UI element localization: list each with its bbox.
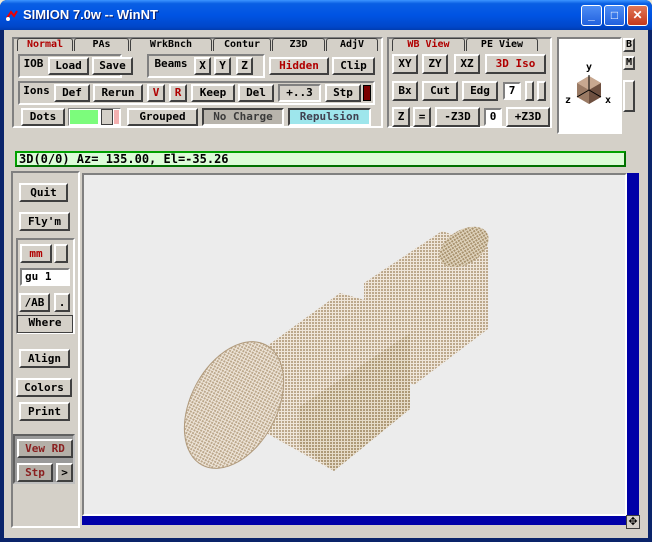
- view-status-bar: 3D(0/0) Az= 135.00, El=-35.26: [15, 151, 626, 167]
- view-3d-iso-button[interactable]: 3D Iso: [485, 54, 546, 74]
- mm-units-button[interactable]: mm: [20, 244, 52, 263]
- hidden-button[interactable]: Hidden: [269, 57, 329, 75]
- view-xy-button[interactable]: XY: [392, 54, 418, 74]
- vew-rd-button[interactable]: Vew RD: [17, 439, 73, 458]
- grouped-button[interactable]: Grouped: [127, 108, 198, 126]
- axis-z-label: z: [565, 95, 571, 106]
- vertical-scrollbar[interactable]: [627, 173, 639, 525]
- 3d-electrode-render: [183, 226, 489, 471]
- tab-adjv[interactable]: AdjV: [326, 38, 378, 51]
- view-xz-button[interactable]: XZ: [454, 54, 480, 74]
- minus-z3d-button[interactable]: -Z3D: [435, 107, 480, 127]
- close-button[interactable]: ✕: [627, 5, 648, 26]
- z3d-value-field[interactable]: 0: [484, 108, 502, 126]
- m-button[interactable]: M: [623, 56, 635, 70]
- edg-button[interactable]: Edg: [462, 81, 498, 101]
- no-charge-button[interactable]: No Charge: [202, 108, 284, 126]
- iob-label: IOB: [21, 57, 46, 75]
- dots-slider[interactable]: [68, 108, 121, 126]
- print-button[interactable]: Print: [19, 402, 70, 421]
- view-zy-button[interactable]: ZY: [422, 54, 448, 74]
- align-button[interactable]: Align: [19, 349, 70, 368]
- load-button[interactable]: Load: [48, 57, 89, 75]
- tab-contur[interactable]: Contur: [213, 38, 271, 51]
- rerun-button[interactable]: Rerun: [93, 84, 143, 102]
- beam-z-button[interactable]: Z: [236, 57, 253, 75]
- dots-slider-thumb[interactable]: [101, 109, 113, 125]
- quit-button[interactable]: Quit: [19, 183, 68, 202]
- ion-stop-indicator: [363, 85, 371, 101]
- orientation-axes-icon: y z x: [565, 62, 611, 106]
- def-button[interactable]: Def: [54, 84, 90, 102]
- z-button[interactable]: Z: [392, 107, 410, 127]
- clip-button[interactable]: Clip: [332, 57, 375, 75]
- edge-spin-left[interactable]: [525, 81, 534, 101]
- ab-button[interactable]: /AB: [19, 293, 50, 312]
- stp-record-button[interactable]: Stp: [17, 463, 53, 482]
- plus-z3d-button[interactable]: +Z3D: [506, 107, 550, 127]
- client-area: Normal PAs WrkBnch Contur Z3D AdjV IOB L…: [4, 30, 648, 538]
- dot-button[interactable]: .: [54, 293, 70, 312]
- edge-spin-right[interactable]: [537, 81, 546, 101]
- move-handle-icon[interactable]: ✥: [626, 515, 640, 529]
- tab-wrkbnch[interactable]: WrkBnch: [130, 38, 212, 51]
- maximize-button[interactable]: □: [604, 5, 625, 26]
- next-arrow-button[interactable]: >: [56, 463, 73, 482]
- axis-y-label: y: [586, 62, 592, 73]
- minimize-button[interactable]: _: [581, 5, 602, 26]
- dots-slider-fill: [70, 110, 98, 124]
- window-title: SIMION 7.0w -- WinNT: [23, 7, 158, 22]
- r-toggle[interactable]: R: [169, 84, 187, 102]
- stp-button[interactable]: Stp: [325, 84, 361, 102]
- dots-button[interactable]: Dots: [21, 108, 65, 126]
- axis-x-label: x: [605, 95, 611, 106]
- cut-button[interactable]: Cut: [422, 81, 458, 101]
- equals-button[interactable]: =: [413, 107, 431, 127]
- bx-button[interactable]: Bx: [392, 81, 418, 101]
- beam-y-button[interactable]: Y: [214, 57, 231, 75]
- save-button[interactable]: Save: [92, 57, 133, 75]
- title-bar[interactable]: SIMION 7.0w -- WinNT _ □ ✕: [0, 0, 652, 30]
- tab-pas[interactable]: PAs: [74, 38, 129, 51]
- side-slider[interactable]: [623, 80, 635, 112]
- colors-button[interactable]: Colors: [16, 378, 72, 397]
- beams-label: Beams: [150, 57, 192, 75]
- tab-normal[interactable]: Normal: [17, 38, 73, 51]
- units-toggle[interactable]: [54, 244, 68, 263]
- edge-value-field[interactable]: 7: [503, 82, 521, 100]
- keep-button[interactable]: Keep: [191, 84, 235, 102]
- beam-x-button[interactable]: X: [194, 57, 211, 75]
- horizontal-scrollbar[interactable]: [82, 516, 627, 525]
- orientation-preview[interactable]: y z x: [557, 37, 622, 134]
- tab-z3d[interactable]: Z3D: [272, 38, 325, 51]
- b-button[interactable]: B: [623, 38, 635, 52]
- repulsion-button[interactable]: Repulsion: [288, 108, 371, 126]
- tab-pe-view[interactable]: PE View: [466, 38, 538, 51]
- app-window: SIMION 7.0w -- WinNT _ □ ✕ Normal PAs Wr…: [0, 0, 652, 542]
- 3d-viewport[interactable]: [82, 173, 627, 516]
- simion-app-icon[interactable]: [5, 8, 19, 22]
- ion-count-spinner[interactable]: +..3: [278, 84, 321, 102]
- where-button[interactable]: Where: [17, 315, 73, 333]
- ions-label: Ions: [21, 84, 52, 102]
- del-button[interactable]: Del: [238, 84, 274, 102]
- tab-wb-view[interactable]: WB View: [392, 38, 465, 51]
- v-toggle[interactable]: V: [147, 84, 165, 102]
- gu-scale-field[interactable]: gu 1: [20, 268, 70, 286]
- dots-slider-end: [114, 110, 119, 124]
- flym-button[interactable]: Fly'm: [19, 212, 70, 231]
